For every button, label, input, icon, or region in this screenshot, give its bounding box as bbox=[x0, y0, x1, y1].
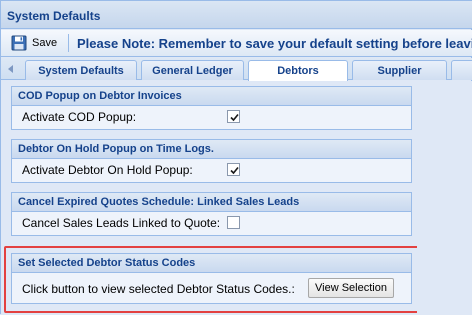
checkmark-icon bbox=[230, 113, 239, 122]
checkmark-icon bbox=[230, 166, 239, 175]
save-reminder-note: Please Note: Remember to save your defau… bbox=[77, 36, 472, 51]
toolbar-separator bbox=[68, 34, 69, 52]
field-label: Activate COD Popup: bbox=[22, 110, 137, 124]
debtors-panel: COD Popup on Debtor Invoices Activate CO… bbox=[1, 81, 472, 315]
system-defaults-window: System Defaults Save Please Note: Rememb… bbox=[0, 0, 472, 315]
section-title: COD Popup on Debtor Invoices bbox=[12, 87, 411, 106]
field-label: Cancel Sales Leads Linked to Quote: bbox=[22, 216, 221, 230]
field-label: Activate Debtor On Hold Popup: bbox=[22, 163, 193, 177]
section-cancel-expired-quotes: Cancel Expired Quotes Schedule: Linked S… bbox=[11, 192, 412, 236]
tab-strip: System Defaults General Ledger Debtors S… bbox=[1, 58, 472, 81]
section-title: Debtor On Hold Popup on Time Logs. bbox=[12, 140, 411, 159]
cancel-sales-leads-checkbox[interactable] bbox=[227, 216, 240, 229]
section-title: Cancel Expired Quotes Schedule: Linked S… bbox=[12, 193, 411, 212]
save-icon bbox=[11, 35, 27, 51]
window-title: System Defaults bbox=[1, 1, 472, 29]
tab-debtors[interactable]: Debtors bbox=[248, 60, 348, 81]
tab-supplier[interactable]: Supplier bbox=[352, 60, 447, 80]
save-button[interactable]: Save bbox=[11, 33, 57, 53]
section-debtor-on-hold-popup: Debtor On Hold Popup on Time Logs. Activ… bbox=[11, 139, 412, 183]
save-button-label: Save bbox=[32, 37, 58, 49]
right-panel-area bbox=[417, 81, 472, 315]
tab-general-ledger[interactable]: General Ledger bbox=[141, 60, 244, 80]
toolbar: Save Please Note: Remember to save your … bbox=[1, 30, 472, 57]
section-cod-popup: COD Popup on Debtor Invoices Activate CO… bbox=[11, 86, 412, 130]
highlight-outline bbox=[4, 246, 432, 313]
activate-debtor-on-hold-popup-checkbox[interactable] bbox=[227, 163, 240, 176]
tab-scroll-left-icon[interactable] bbox=[1, 58, 21, 80]
activate-cod-popup-checkbox[interactable] bbox=[227, 110, 240, 123]
tab-system-defaults[interactable]: System Defaults bbox=[25, 60, 137, 80]
tab-next[interactable] bbox=[451, 60, 472, 80]
